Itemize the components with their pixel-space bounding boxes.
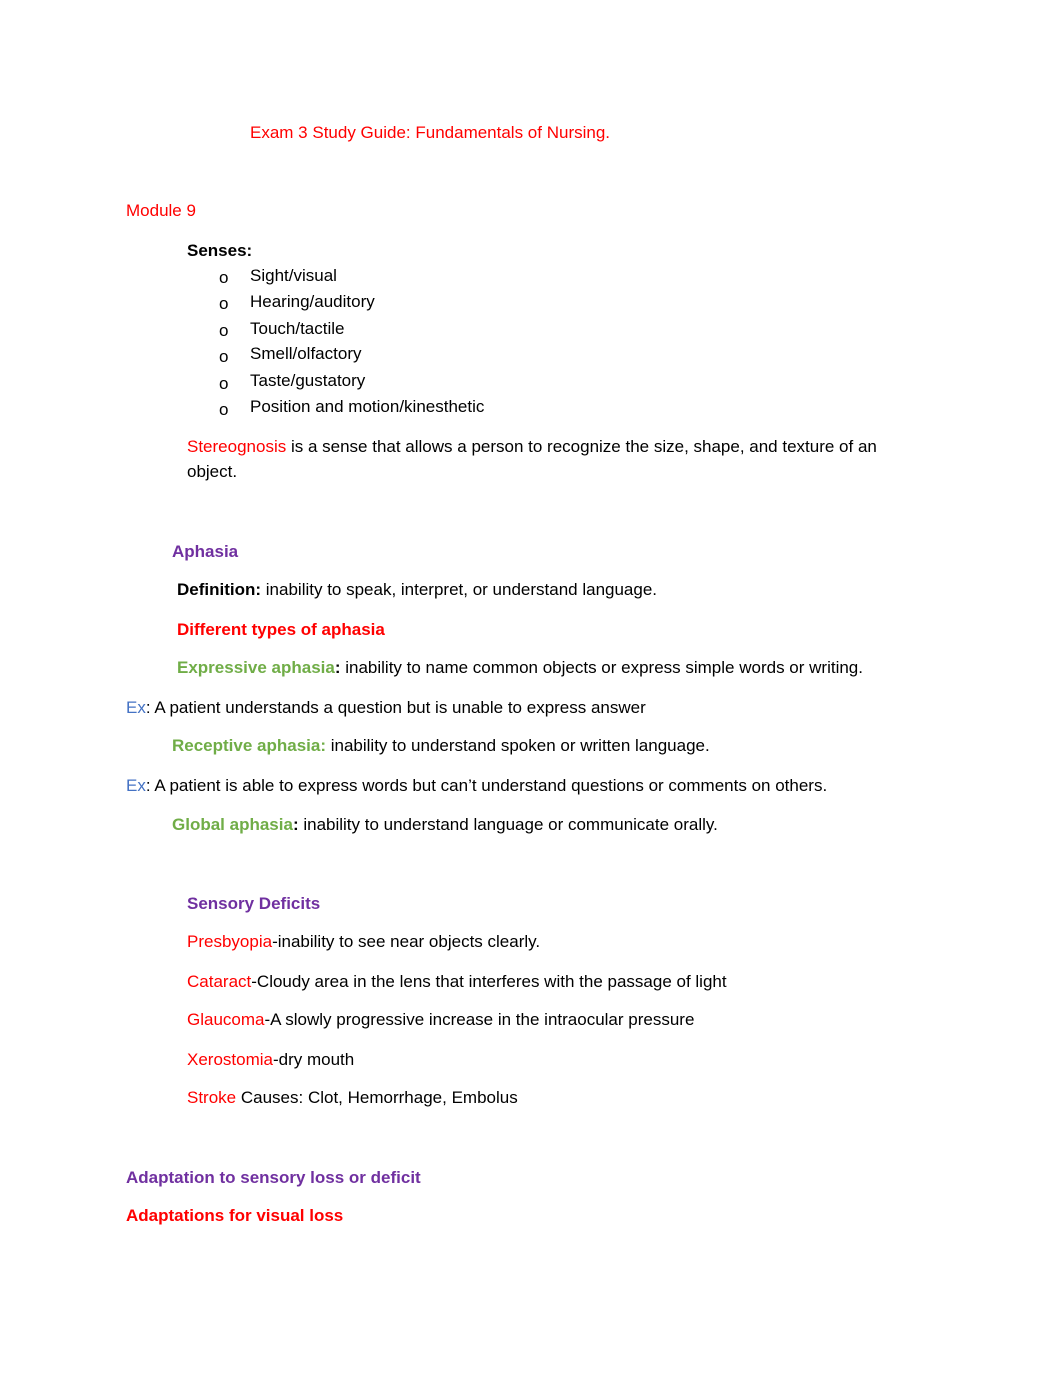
- aphasia-heading: Aphasia: [172, 542, 239, 561]
- receptive-example: Ex: A patient is able to express words b…: [126, 776, 827, 796]
- deficit-item: Cataract-Cloudy area in the lens that in…: [187, 972, 727, 992]
- expressive-aphasia-entry: Expressive aphasia: inability to name co…: [177, 658, 863, 678]
- example-text: : A patient is able to express words but…: [145, 776, 828, 795]
- example-text: : A patient understands a question but i…: [145, 698, 646, 717]
- deficit-item: Presbyopia-inability to see near objects…: [187, 932, 540, 952]
- bullet-icon: o: [219, 347, 229, 366]
- sense-label: Taste/gustatory: [250, 371, 366, 390]
- expressive-example: Ex: A patient understands a question but…: [126, 698, 646, 718]
- aphasia-types-heading: Different types of aphasia: [177, 620, 385, 639]
- aphasia-definition: Definition: inability to speak, interpre…: [177, 580, 657, 600]
- bullet-icon: o: [219, 400, 229, 419]
- stereognosis-text: is a sense that allows a person to recog…: [187, 437, 877, 481]
- bullet-icon: o: [219, 268, 229, 287]
- sense-label: Hearing/auditory: [250, 292, 375, 311]
- deficit-text: Causes: Clot, Hemorrhage, Embolus: [236, 1088, 518, 1107]
- example-label: Ex: [126, 776, 146, 795]
- definition-label: Definition:: [177, 580, 262, 599]
- deficit-item: Xerostomia-dry mouth: [187, 1050, 354, 1070]
- receptive-aphasia-entry: Receptive aphasia: inability to understa…: [172, 736, 710, 756]
- senses-heading: Senses:: [187, 241, 253, 260]
- definition-text: inability to speak, interpret, or unders…: [261, 580, 658, 599]
- deficit-text: -dry mouth: [272, 1050, 355, 1069]
- stereognosis-term: Stereognosis: [187, 437, 287, 456]
- receptive-aphasia-text: inability to understand spoken or writte…: [326, 736, 710, 755]
- deficit-term: Presbyopia: [187, 932, 273, 951]
- visual-loss-heading: Adaptations for visual loss: [126, 1206, 344, 1225]
- global-aphasia-entry: Global aphasia: inability to understand …: [172, 815, 718, 835]
- receptive-aphasia-term: Receptive aphasia:: [172, 736, 327, 755]
- deficit-term: Stroke: [187, 1088, 237, 1107]
- deficit-term: Glaucoma: [187, 1010, 265, 1029]
- bullet-icon: o: [219, 294, 229, 313]
- global-aphasia-term: Global aphasia: [172, 815, 293, 834]
- sensory-deficits-heading: Sensory Deficits: [187, 894, 321, 913]
- deficit-term: Xerostomia: [187, 1050, 273, 1069]
- global-aphasia-text: inability to understand language or comm…: [298, 815, 718, 834]
- example-label: Ex: [126, 698, 146, 717]
- document-title: Exam 3 Study Guide: Fundamentals of Nurs…: [250, 123, 611, 142]
- bullet-icon: o: [219, 374, 229, 393]
- stereognosis-paragraph: Stereognosis is a sense that allows a pe…: [187, 434, 897, 484]
- deficit-item: Stroke Causes: Clot, Hemorrhage, Embolus: [187, 1088, 518, 1108]
- expressive-aphasia-text: inability to name common objects or expr…: [340, 658, 863, 677]
- module-heading: Module 9: [126, 201, 196, 220]
- sense-label: Touch/tactile: [250, 319, 345, 338]
- deficit-item: Glaucoma-A slowly progressive increase i…: [187, 1010, 694, 1030]
- sense-label: Smell/olfactory: [250, 344, 362, 363]
- expressive-aphasia-term: Expressive aphasia: [177, 658, 335, 677]
- bullet-icon: o: [219, 321, 229, 340]
- deficit-text: -Cloudy area in the lens that interferes…: [251, 972, 727, 991]
- adaptation-heading: Adaptation to sensory loss or deficit: [126, 1168, 421, 1187]
- sense-label: Position and motion/kinesthetic: [250, 397, 485, 416]
- deficit-term: Cataract: [187, 972, 252, 991]
- deficit-text: -inability to see near objects clearly.: [272, 932, 541, 951]
- deficit-text: -A slowly progressive increase in the in…: [264, 1010, 695, 1029]
- sense-label: Sight/visual: [250, 266, 337, 285]
